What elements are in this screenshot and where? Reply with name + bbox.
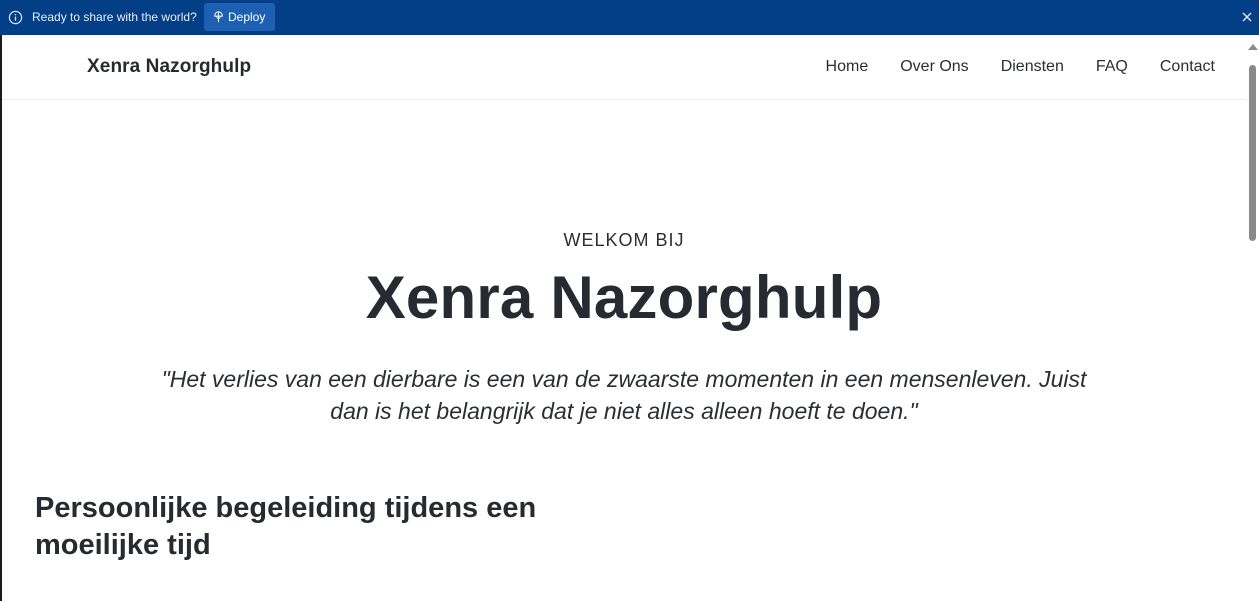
- deploy-icon: [214, 11, 223, 23]
- site-navbar: Xenra Nazorghulp Home Over Ons Diensten …: [2, 35, 1246, 100]
- brand-logo-link[interactable]: Xenra Nazorghulp: [87, 56, 251, 78]
- scroll-up-icon[interactable]: [1248, 44, 1258, 50]
- nav-links: Home Over Ons Diensten FAQ Contact: [794, 58, 1215, 76]
- deploy-button[interactable]: Deploy: [204, 3, 275, 31]
- hero-title: Xenra Nazorghulp: [365, 264, 883, 331]
- hero-quote: "Het verlies van een dierbare is een van…: [161, 366, 1087, 424]
- nav-link-faq[interactable]: FAQ: [1096, 58, 1128, 76]
- nav-link-over-ons[interactable]: Over Ons: [900, 58, 968, 76]
- nav-link-diensten[interactable]: Diensten: [1001, 58, 1064, 76]
- page-frame: Xenra Nazorghulp Home Over Ons Diensten …: [0, 35, 1259, 601]
- hero-kicker: WELKOM BIJ: [563, 230, 685, 250]
- nav-link-home[interactable]: Home: [826, 58, 869, 76]
- info-icon: [8, 10, 23, 25]
- close-icon[interactable]: [1240, 10, 1254, 24]
- deploy-banner: Ready to share with the world? Deploy: [0, 0, 1259, 35]
- page-scrollbar[interactable]: [1246, 35, 1259, 601]
- section-heading: Persoonlijke begeleiding tijdens een moe…: [35, 492, 537, 561]
- deploy-button-label: Deploy: [228, 10, 266, 24]
- nav-link-contact[interactable]: Contact: [1160, 58, 1215, 76]
- scrollbar-thumb[interactable]: [1249, 65, 1256, 241]
- banner-message: Ready to share with the world?: [32, 10, 197, 24]
